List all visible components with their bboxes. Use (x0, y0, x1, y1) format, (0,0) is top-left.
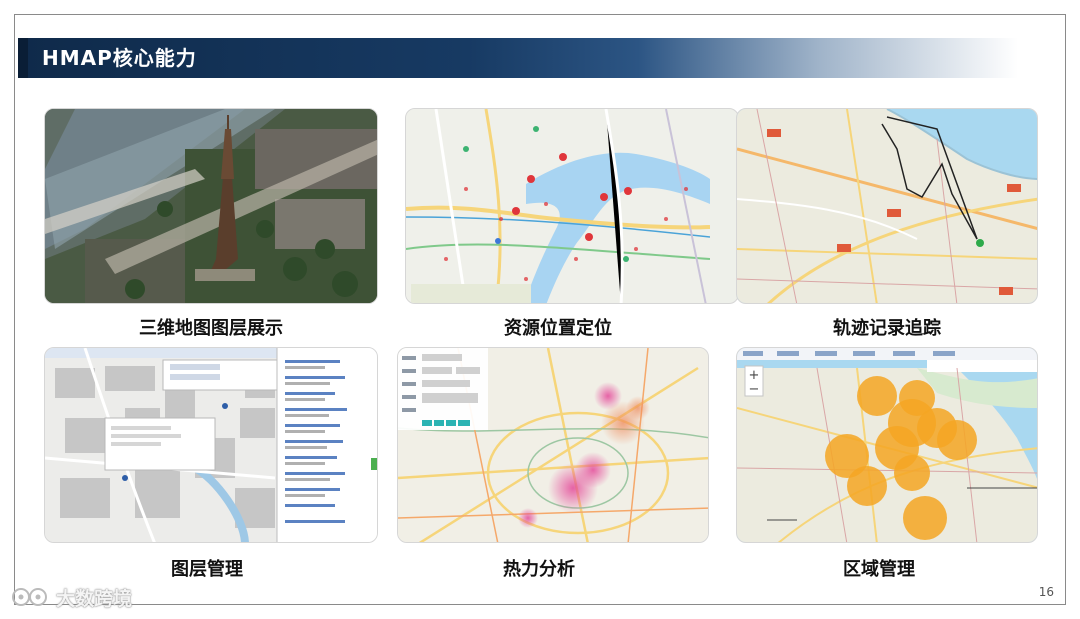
feature-card-3d-map[interactable] (44, 108, 378, 304)
trajectory-end-marker (976, 239, 984, 247)
aerial-3d-map-image (45, 109, 377, 303)
feature-caption-heatmap: 热力分析 (503, 559, 575, 580)
location-map-image (406, 109, 710, 303)
feature-card-region[interactable]: + − (736, 347, 1038, 543)
watermark-text: 大数跨境 (56, 588, 133, 610)
heatmap-screenshot (398, 348, 708, 542)
trajectory-map-image (737, 109, 1037, 303)
feature-caption-3d-map: 三维地图图层展示 (139, 318, 283, 339)
slide-title: HMAP核心能力 (42, 46, 197, 70)
feature-card-location[interactable] (405, 108, 739, 304)
weibo-logo-icon (12, 588, 47, 606)
feature-caption-layers: 图层管理 (171, 559, 243, 580)
feature-caption-location: 资源位置定位 (504, 318, 612, 339)
region-map-image: + − (737, 348, 1037, 542)
feature-card-trajectory[interactable] (736, 108, 1038, 304)
feature-caption-region: 区域管理 (843, 559, 915, 580)
zoom-in-icon[interactable]: + (749, 368, 760, 383)
layer-management-screenshot (45, 348, 377, 542)
page-number: 16 (1038, 585, 1054, 599)
feature-caption-trajectory: 轨迹记录追踪 (833, 318, 941, 339)
zoom-out-icon[interactable]: − (749, 382, 760, 397)
title-accent (18, 38, 28, 78)
feature-card-heatmap[interactable] (397, 347, 709, 543)
feature-card-layers[interactable] (44, 347, 378, 543)
